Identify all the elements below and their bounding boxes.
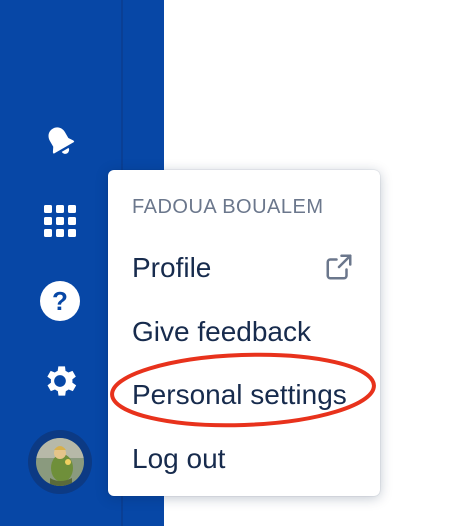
menu-item-profile[interactable]: Profile: [108, 238, 380, 294]
menu-item-label: Profile: [132, 252, 212, 283]
app-switcher-button[interactable]: [38, 199, 82, 243]
user-avatar-button[interactable]: [28, 430, 92, 494]
svg-text:?: ?: [52, 286, 68, 316]
menu-user-name: FADOUA BOUALEM: [132, 196, 324, 218]
menu-item-label: Log out: [132, 443, 226, 474]
menu-item-give-feedback[interactable]: Give feedback: [108, 302, 380, 358]
notifications-icon: [48, 127, 75, 154]
menu-item-label: Give feedback: [132, 316, 311, 347]
menu-item-label: Personal settings: [132, 379, 347, 410]
account-menu: FADOUA BOUALEM Profile Give feedback Per…: [108, 170, 380, 496]
help-icon: ?: [40, 281, 80, 321]
menu-item-personal-settings[interactable]: Personal settings: [108, 365, 380, 421]
notifications-button[interactable]: [38, 119, 82, 163]
menu-item-log-out[interactable]: Log out: [108, 429, 380, 485]
settings-icon: [47, 366, 77, 396]
app-switcher-icon: [44, 205, 76, 237]
user-avatar: [36, 438, 84, 486]
avatar: [36, 438, 84, 486]
external-link-icon: [326, 254, 352, 280]
settings-button[interactable]: [38, 359, 82, 403]
help-button[interactable]: ?: [38, 279, 82, 323]
